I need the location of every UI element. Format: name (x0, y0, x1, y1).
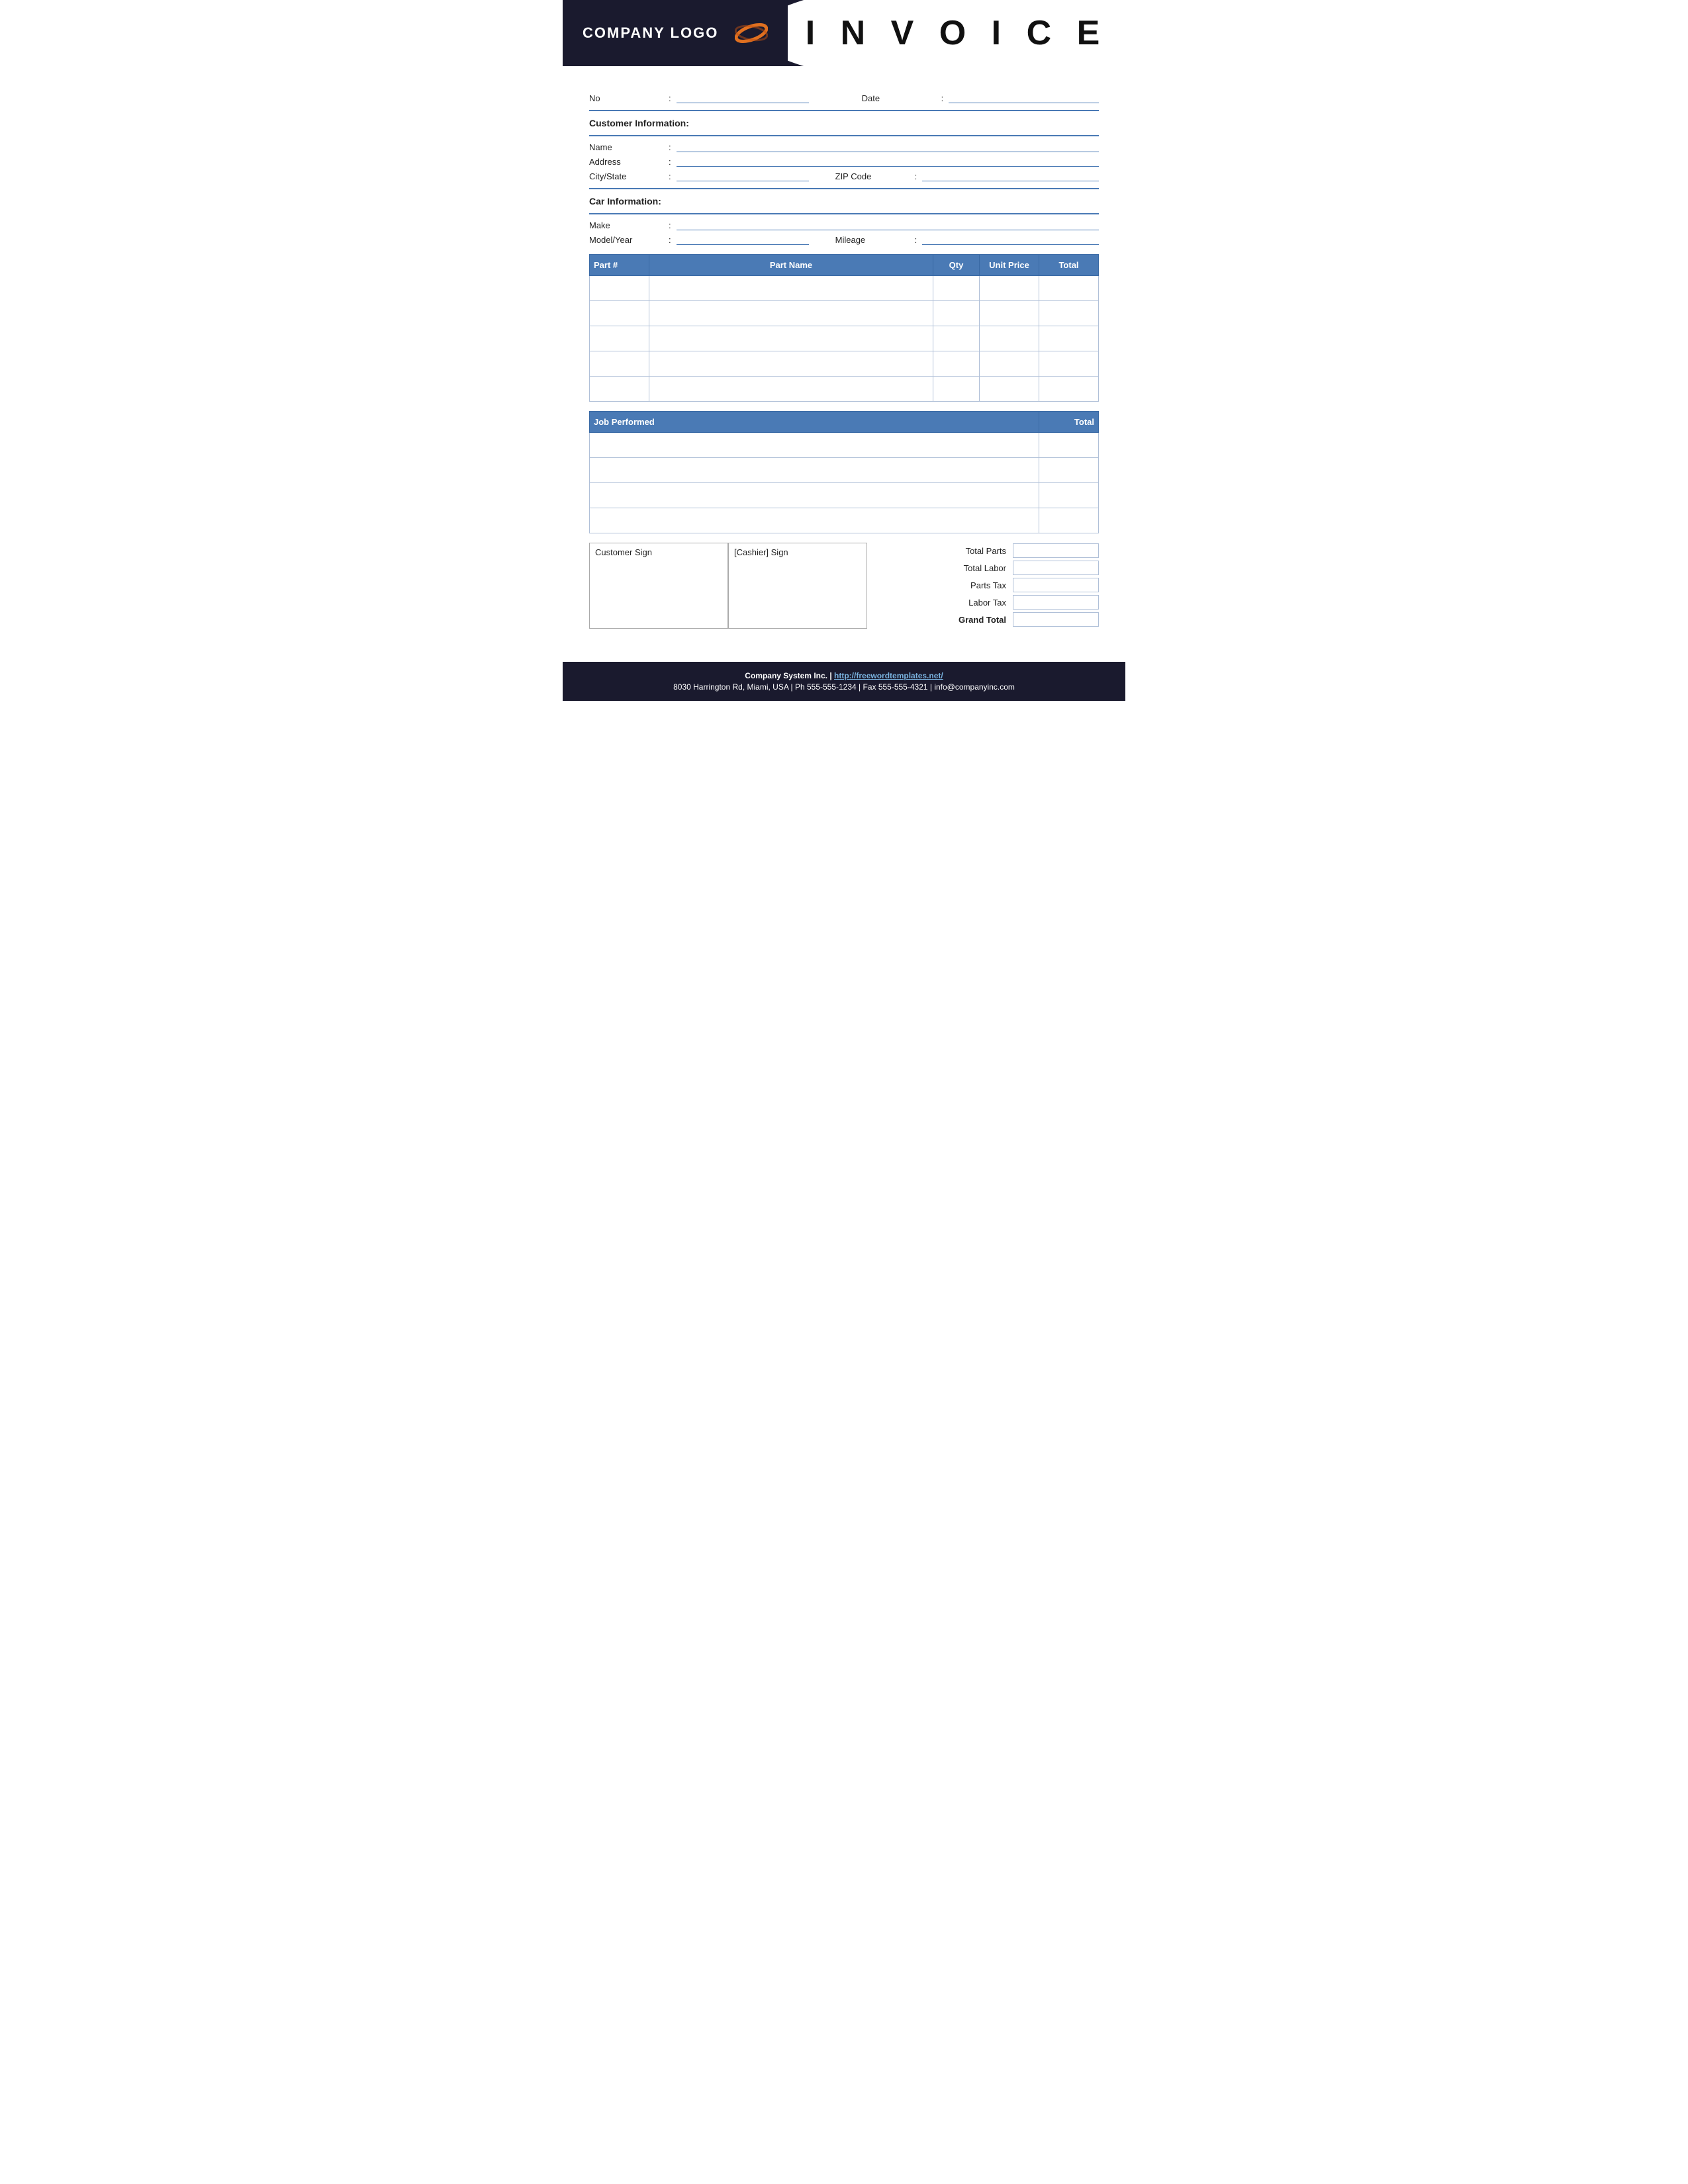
model-field[interactable] (677, 233, 809, 245)
parts-tax-field[interactable] (1013, 578, 1099, 592)
bottom-section: Customer Sign [Cashier] Sign Total Parts… (589, 543, 1099, 629)
table-row (590, 301, 1099, 326)
total-labor-row: Total Labor (880, 561, 1099, 575)
logo-swoosh-icon (735, 20, 768, 46)
car-section: Car Information: Make : Model/Year : Mil… (589, 196, 1099, 245)
car-section-title: Car Information: (589, 196, 1099, 206)
zip-field[interactable] (922, 169, 1099, 181)
make-row: Make : (589, 218, 1099, 230)
address-field[interactable] (677, 155, 1099, 167)
col-header-part: Part # (590, 255, 649, 276)
invoice-title: I N V O I C E (806, 13, 1108, 53)
table-row (590, 326, 1099, 351)
total-parts-row: Total Parts (880, 543, 1099, 558)
zip-colon: : (915, 171, 917, 181)
city-zip-row: City/State : ZIP Code : (589, 169, 1099, 181)
total-parts-field[interactable] (1013, 543, 1099, 558)
customer-sign-label: Customer Sign (595, 547, 652, 557)
address-label: Address (589, 157, 669, 167)
date-colon: : (941, 93, 944, 103)
labor-tax-row: Labor Tax (880, 595, 1099, 610)
table-row (590, 508, 1099, 533)
no-date-row: No : Date : (589, 91, 1099, 103)
no-field[interactable] (677, 91, 809, 103)
name-colon: : (669, 142, 671, 152)
table-row (590, 276, 1099, 301)
divider-top (589, 110, 1099, 111)
customer-sign-box: Customer Sign (589, 543, 728, 629)
col-header-name: Part Name (649, 255, 933, 276)
page-footer: Company System Inc. | http://freewordtem… (563, 662, 1125, 701)
footer-url[interactable]: http://freewordtemplates.net/ (834, 671, 943, 680)
col-header-job-total: Total (1039, 412, 1099, 433)
col-header-total: Total (1039, 255, 1099, 276)
date-label: Date (862, 93, 941, 103)
address-row: Address : (589, 155, 1099, 167)
car-divider (589, 213, 1099, 214)
cashier-sign-label: [Cashier] Sign (734, 547, 788, 557)
signature-boxes: Customer Sign [Cashier] Sign (589, 543, 867, 629)
cashier-sign-box: [Cashier] Sign (728, 543, 867, 629)
zip-label: ZIP Code (835, 171, 915, 181)
footer-company: Company System Inc. | (745, 671, 831, 680)
make-label: Make (589, 220, 669, 230)
no-label: No (589, 93, 669, 103)
table-row (590, 433, 1099, 458)
table-row (590, 458, 1099, 483)
city-colon: : (669, 171, 671, 181)
col-header-job: Job Performed (590, 412, 1039, 433)
job-table: Job Performed Total (589, 411, 1099, 533)
grand-total-row: Grand Total (880, 612, 1099, 627)
customer-divider (589, 135, 1099, 136)
mileage-label: Mileage (835, 235, 915, 245)
total-parts-label: Total Parts (880, 546, 1013, 556)
model-mileage-row: Model/Year : Mileage : (589, 233, 1099, 245)
col-header-price: Unit Price (980, 255, 1039, 276)
page-header: COMPANY LOGO I N V O I C E (563, 0, 1125, 66)
address-colon: : (669, 157, 671, 167)
total-labor-field[interactable] (1013, 561, 1099, 575)
no-colon: : (669, 93, 671, 103)
grand-total-label: Grand Total (880, 615, 1013, 625)
customer-section-title: Customer Information: (589, 118, 1099, 128)
model-colon: : (669, 235, 671, 245)
labor-tax-label: Labor Tax (880, 598, 1013, 608)
parts-tax-label: Parts Tax (880, 580, 1013, 590)
footer-line2: 8030 Harrington Rd, Miami, USA | Ph 555-… (576, 682, 1112, 692)
table-row (590, 351, 1099, 377)
total-labor-label: Total Labor (880, 563, 1013, 573)
grand-total-field[interactable] (1013, 612, 1099, 627)
date-field[interactable] (949, 91, 1099, 103)
name-field[interactable] (677, 140, 1099, 152)
table-row (590, 377, 1099, 402)
divider-car-top (589, 188, 1099, 189)
main-content: No : Date : Customer Information: Name :… (563, 66, 1125, 642)
city-field[interactable] (677, 169, 809, 181)
name-label: Name (589, 142, 669, 152)
parts-tax-row: Parts Tax (880, 578, 1099, 592)
col-header-qty: Qty (933, 255, 980, 276)
make-field[interactable] (677, 218, 1099, 230)
model-label: Model/Year (589, 235, 669, 245)
mileage-colon: : (915, 235, 917, 245)
logo-text: COMPANY LOGO (583, 24, 718, 42)
table-row (590, 483, 1099, 508)
labor-tax-field[interactable] (1013, 595, 1099, 610)
city-label: City/State (589, 171, 669, 181)
make-colon: : (669, 220, 671, 230)
customer-section: Customer Information: Name : Address : C… (589, 118, 1099, 181)
parts-table: Part # Part Name Qty Unit Price Total (589, 254, 1099, 402)
footer-line1: Company System Inc. | http://freewordtem… (576, 671, 1112, 680)
mileage-field[interactable] (922, 233, 1099, 245)
name-row: Name : (589, 140, 1099, 152)
title-area: I N V O I C E (788, 0, 1125, 66)
logo-area: COMPANY LOGO (563, 0, 788, 66)
totals-section: Total Parts Total Labor Parts Tax Labor … (880, 543, 1099, 629)
